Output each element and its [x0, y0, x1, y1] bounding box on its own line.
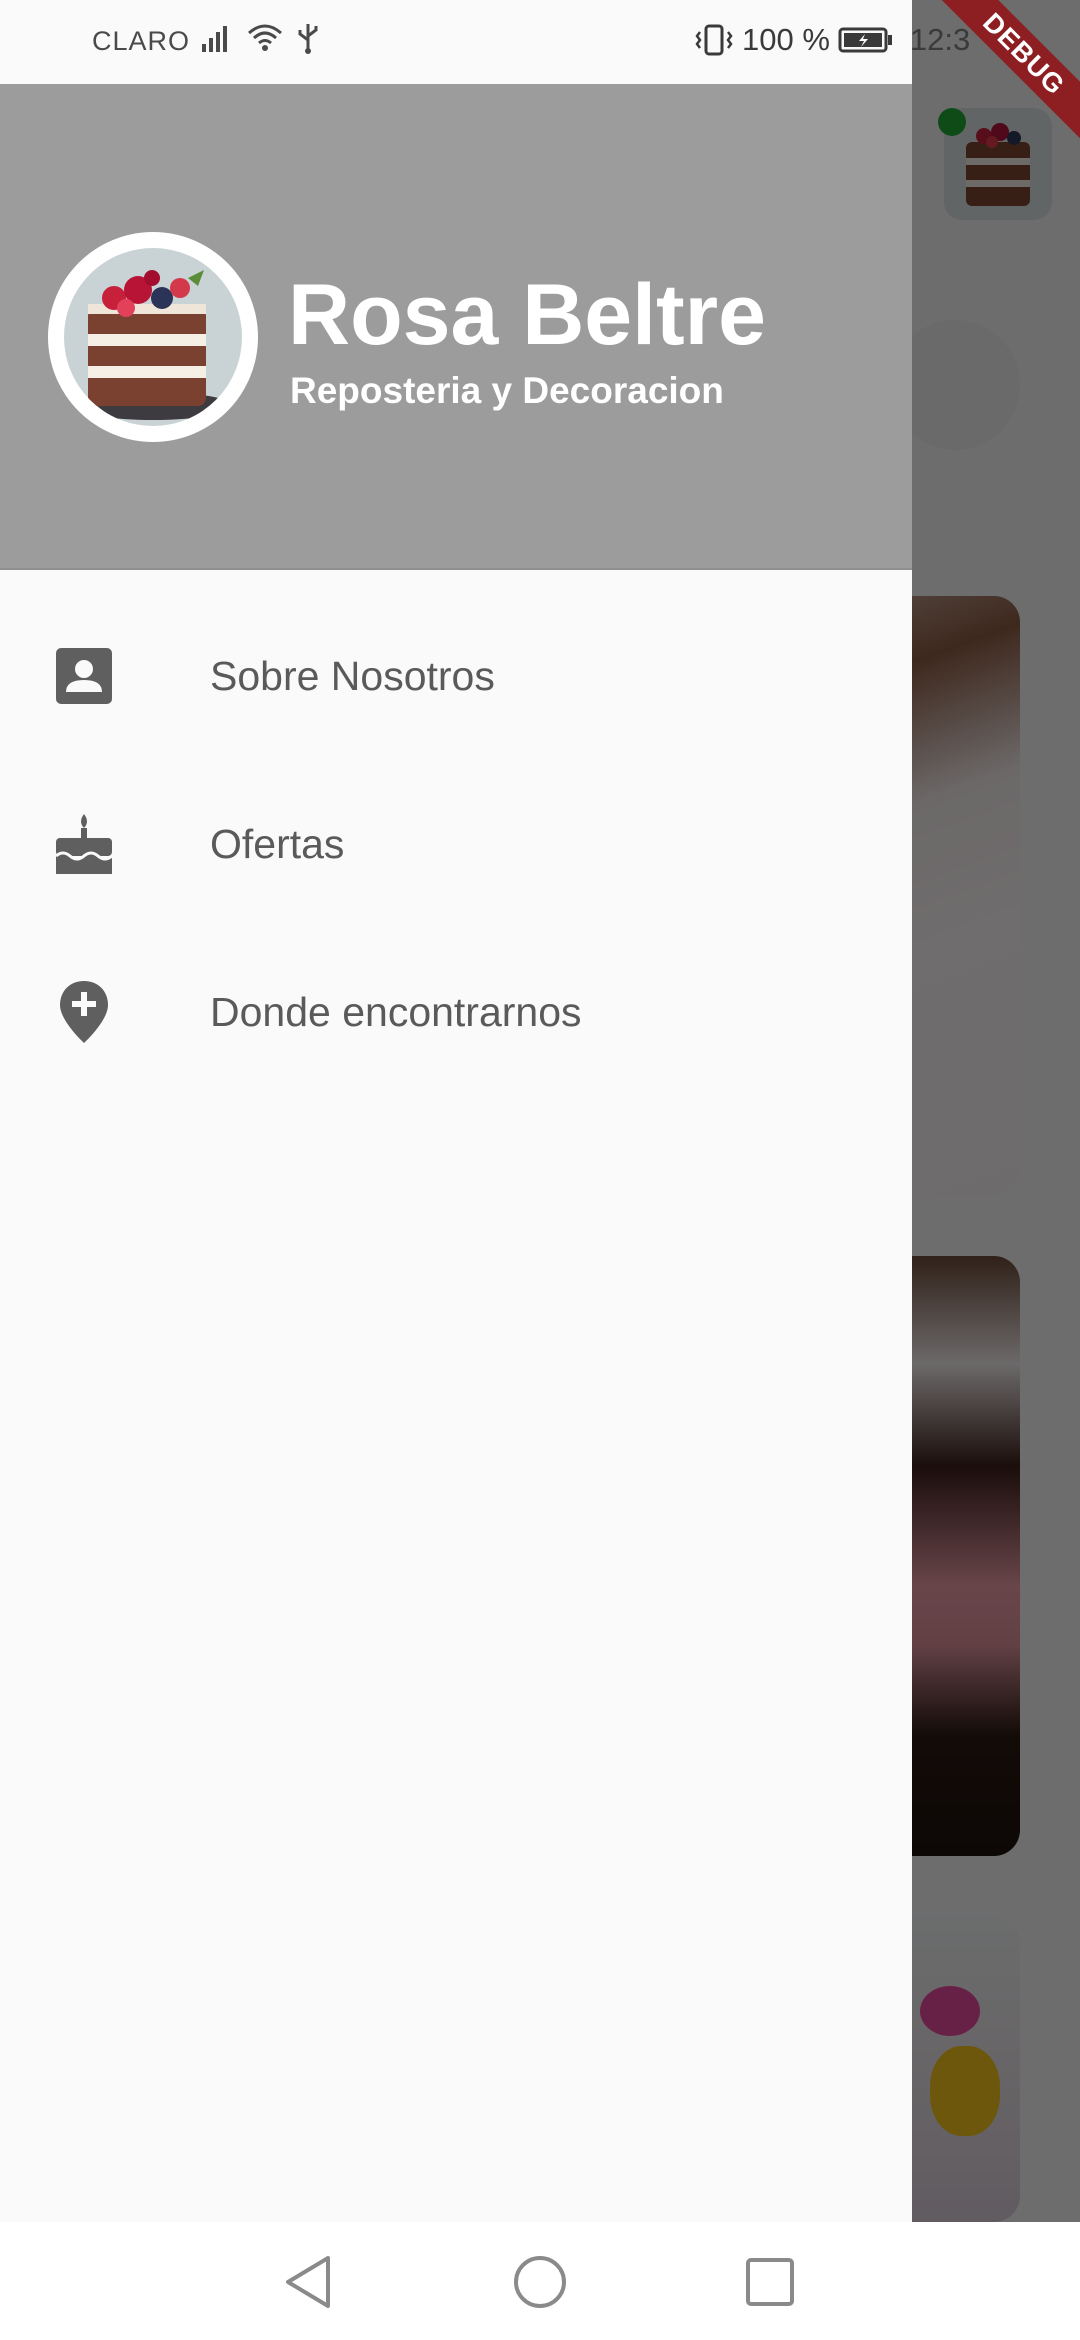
menu-item-label: Ofertas	[210, 820, 345, 867]
menu-item-sobre-nosotros[interactable]: Sobre Nosotros	[0, 592, 912, 760]
menu-item-label: Donde encontrarnos	[210, 988, 582, 1035]
battery-icon	[838, 27, 892, 53]
header-avatar[interactable]	[64, 248, 242, 426]
signal-icon	[202, 26, 227, 52]
add-location-icon	[56, 981, 112, 1043]
home-button[interactable]	[510, 2252, 570, 2312]
status-icons-right: 100 % 12:3	[694, 22, 970, 58]
contact-card-icon	[56, 648, 112, 704]
clock: 12:3	[909, 22, 971, 57]
recents-icon	[746, 2258, 794, 2306]
status-bar: CLARO 100 % 12:3	[0, 0, 1080, 84]
header-name: Rosa Beltre	[288, 267, 766, 363]
back-button[interactable]	[278, 2252, 338, 2312]
usb-icon	[298, 24, 318, 54]
drawer-menu: Sobre Nosotros Ofertas Donde encontrarno…	[0, 592, 912, 1096]
back-icon	[286, 2256, 330, 2308]
carrier-label: CLARO	[92, 26, 191, 56]
cake-icon	[56, 814, 112, 874]
header-subtitle: Reposteria y Decoracion	[290, 370, 724, 411]
wifi-icon	[248, 24, 282, 51]
drawer-header: Rosa Beltre Reposteria y Decoracion	[0, 84, 912, 570]
vibrate-icon	[695, 24, 733, 56]
system-nav-bar	[0, 2222, 1080, 2340]
menu-item-donde-encontrarnos[interactable]: Donde encontrarnos	[0, 928, 912, 1096]
menu-item-label: Sobre Nosotros	[210, 652, 495, 699]
home-icon	[514, 2256, 566, 2308]
header-avatar-ring	[48, 232, 258, 442]
battery-percent: 100 %	[742, 22, 830, 57]
menu-item-ofertas[interactable]: Ofertas	[0, 760, 912, 928]
navigation-drawer: Rosa Beltre Reposteria y Decoracion Sobr…	[0, 0, 912, 2222]
status-icons-left	[200, 20, 320, 56]
recents-button[interactable]	[740, 2252, 800, 2312]
